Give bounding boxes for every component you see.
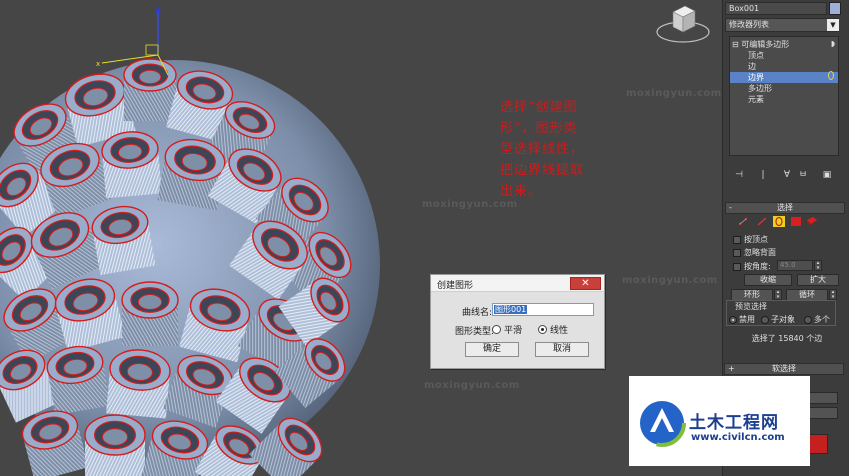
stack-item-vertex[interactable]: 顶点 <box>730 50 838 61</box>
grow-button[interactable]: 扩大 <box>797 274 839 286</box>
close-button[interactable]: ✕ <box>570 277 601 290</box>
dropdown-arrow-icon[interactable]: ▼ <box>827 19 839 31</box>
configure-sets-icon[interactable]: ▣ <box>821 169 833 181</box>
cancel-button[interactable]: 取消 <box>535 342 589 357</box>
radio-dot-selected <box>538 325 547 334</box>
stack-item-polygon[interactable]: 多边形 <box>730 83 838 94</box>
site-logo: 土木工程网 www.civilcn.com <box>629 376 810 466</box>
ring-spinner[interactable]: ▴ ▾ <box>774 289 782 300</box>
viewcube-icon[interactable] <box>655 2 711 44</box>
annotation-line: 把边界线提取 <box>500 163 585 178</box>
polygon-mode-icon[interactable] <box>790 216 802 227</box>
radio-dot <box>492 325 501 334</box>
by-angle-label: 按角度: <box>744 262 771 271</box>
watermark: moxingyun.com <box>424 380 520 391</box>
collapse-icon: - <box>729 203 732 212</box>
linear-label: 线性 <box>550 326 569 336</box>
annotation-line: 选择“创建图 <box>500 100 578 115</box>
element-mode-icon[interactable] <box>806 216 818 227</box>
selection-rollout-header[interactable]: - 选择 <box>725 202 845 214</box>
perspective-viewport[interactable]: x moxingyun.com moxingyun.com moxingyun.… <box>0 0 722 476</box>
annotation-line: 形”，图形类 <box>500 121 578 136</box>
panel-button-partial[interactable] <box>808 392 838 404</box>
instruction-annotation: 选择“创建图 形”，图形类 型选择线性， 把边界线提取 出来。 <box>500 97 612 202</box>
stack-item-edge[interactable]: 边 <box>730 61 838 72</box>
by-vertex-checkbox[interactable]: 按顶点 <box>733 234 768 245</box>
highlight-marker-icon <box>828 71 834 80</box>
preview-option-label: 禁用 <box>739 315 755 324</box>
soft-selection-title: 软选择 <box>772 364 796 373</box>
preview-selection-title: 预览选择 <box>733 301 769 312</box>
smooth-label: 平滑 <box>504 326 523 336</box>
modifier-list-dropdown[interactable]: 修改器列表 <box>725 18 839 32</box>
dialog-title: 创建图形 <box>437 281 474 291</box>
checkbox-box <box>733 248 741 257</box>
show-end-result-icon[interactable]: ❘ <box>757 169 769 181</box>
edge-mode-icon[interactable] <box>756 216 768 227</box>
stack-item-border[interactable]: 边界 <box>730 72 838 83</box>
object-name-field[interactable]: Box001 <box>725 2 827 15</box>
remove-modifier-icon[interactable]: ㅂ <box>797 169 809 181</box>
radio-dot <box>804 315 812 324</box>
ignore-backfacing-label: 忽略背面 <box>744 248 776 257</box>
selection-status-text: 选择了 15840 个边 <box>751 334 823 343</box>
shrink-button[interactable]: 收缩 <box>744 274 792 286</box>
stack-toolbar: ⊣ ❘ ∀ ㅂ ▣ <box>725 168 847 184</box>
radio-dot-selected <box>729 315 737 324</box>
logo-emblem-icon <box>638 399 686 447</box>
expand-icon: + <box>728 364 735 373</box>
expand-minus-icon[interactable]: ⊟ <box>732 40 739 49</box>
stack-root-label: 可编辑多边形 <box>741 40 790 49</box>
ok-button[interactable]: 确定 <box>465 342 519 357</box>
curve-name-value: 图形001 <box>494 305 528 314</box>
selection-rollout-title: 选择 <box>777 203 793 212</box>
lightbulb-icon[interactable]: ◗ <box>831 39 835 48</box>
tube <box>101 131 162 199</box>
loop-spinner[interactable]: ▴ ▾ <box>829 289 837 300</box>
smooth-radio[interactable]: 平滑 <box>492 323 522 336</box>
tube <box>84 414 146 476</box>
ignore-backfacing-checkbox[interactable]: 忽略背面 <box>733 247 776 258</box>
soft-selection-rollout-header[interactable]: + 软选择 <box>724 363 844 375</box>
watermark: moxingyun.com <box>626 88 722 99</box>
logo-url: www.civilcn.com <box>691 432 785 443</box>
tube <box>123 58 177 121</box>
by-angle-checkbox[interactable]: 按角度: <box>733 261 771 272</box>
curve-name-input[interactable]: 图形001 <box>492 303 594 316</box>
border-mode-icon[interactable] <box>773 216 785 227</box>
preview-option-label: 多个 <box>814 315 830 324</box>
shape-type-label: 图形类型: <box>455 327 495 337</box>
logo-title: 土木工程网 <box>689 413 779 433</box>
tube <box>106 349 171 419</box>
preview-subobject-radio[interactable]: 子对象 <box>761 314 795 325</box>
stack-item-element[interactable]: 元素 <box>730 94 838 105</box>
linear-radio[interactable]: 线性 <box>538 323 568 336</box>
tube <box>121 281 179 346</box>
pin-stack-icon[interactable]: ⊣ <box>733 169 745 181</box>
angle-spinner[interactable]: ▴ ▾ <box>814 260 822 271</box>
make-unique-icon[interactable]: ∀ <box>781 169 793 181</box>
preview-option-label: 子对象 <box>771 315 795 324</box>
tube-sphere-model[interactable]: x <box>0 0 722 476</box>
vertex-mode-icon[interactable] <box>737 216 749 227</box>
svg-text:x: x <box>96 60 100 68</box>
preview-multiple-radio[interactable]: 多个 <box>804 314 830 325</box>
curve-name-label: 曲线名: <box>462 308 493 318</box>
annotation-line: 出来。 <box>500 184 543 199</box>
modifier-stack: ⊟ 可编辑多边形 ◗ 顶点 边 边界 多边形 元素 <box>729 36 839 156</box>
preview-disabled-radio[interactable]: 禁用 <box>729 314 755 325</box>
checkbox-box <box>733 262 741 271</box>
watermark: moxingyun.com <box>622 275 718 286</box>
create-shape-dialog: 创建图形 ✕ 曲线名: 图形001 图形类型: 平滑 线性 确定 取消 <box>430 274 605 369</box>
panel-button-partial[interactable] <box>808 407 838 419</box>
red-panel-button[interactable] <box>808 434 828 454</box>
object-color-swatch[interactable] <box>829 2 841 15</box>
annotation-line: 型选择线性， <box>500 142 585 157</box>
angle-value-field[interactable]: 45.0 <box>777 260 813 271</box>
by-vertex-label: 按顶点 <box>744 235 768 244</box>
checkbox-box <box>733 235 741 244</box>
radio-dot <box>761 315 769 324</box>
stack-root-editable-poly[interactable]: ⊟ 可编辑多边形 <box>730 39 838 50</box>
dialog-titlebar[interactable]: 创建图形 ✕ <box>431 275 604 292</box>
